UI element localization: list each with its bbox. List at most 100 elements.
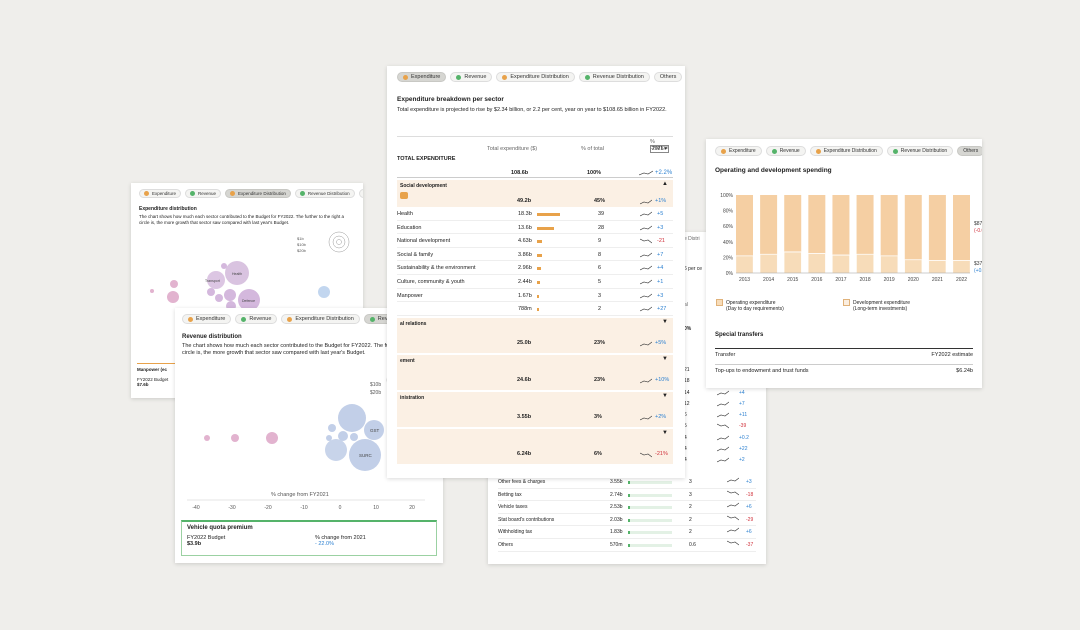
bar-development[interactable] bbox=[736, 195, 753, 256]
bubble[interactable] bbox=[150, 289, 154, 293]
sector-header[interactable]: Social development ▲ 49.2b 45% +1% bbox=[397, 180, 673, 207]
chevron-down-icon[interactable]: ▼ bbox=[662, 393, 668, 399]
tab-revenue[interactable]: Revenue bbox=[185, 189, 222, 198]
bar-development[interactable] bbox=[856, 195, 874, 255]
table-row[interactable]: 4 +2 bbox=[684, 456, 764, 467]
bubble[interactable] bbox=[215, 294, 223, 302]
table-row[interactable]: 12 +7 bbox=[684, 400, 764, 411]
bubble[interactable] bbox=[231, 434, 239, 442]
sector-item-row[interactable]: 788m 2 +27 bbox=[397, 302, 673, 316]
table-row[interactable]: Betting tax 2.74b 3 -18 bbox=[498, 489, 756, 502]
bar-development[interactable] bbox=[808, 195, 826, 254]
sector-header[interactable]: al relations ▼ 25.0b 23% +5% bbox=[397, 317, 673, 353]
tab-revenue[interactable]: Revenue bbox=[765, 146, 806, 156]
x-tick-label: 2021 bbox=[932, 277, 943, 283]
bar-development[interactable] bbox=[953, 195, 970, 261]
bar-operating[interactable] bbox=[735, 255, 754, 274]
tab-others[interactable]: Others bbox=[653, 72, 683, 82]
sector-item-row[interactable]: Sustainability & the environment 2.96b 6 +4 bbox=[397, 261, 673, 275]
sparkline-icon bbox=[717, 435, 729, 441]
bar-operating[interactable] bbox=[880, 255, 898, 274]
tab-expenditure-distribution[interactable]: Expenditure Distribution bbox=[496, 72, 575, 82]
tab-expenditure-distribution[interactable]: Expenditure Distribution bbox=[281, 314, 360, 324]
bar-operating[interactable] bbox=[928, 260, 947, 274]
tab-revenue-distribution[interactable]: Revenue Distribution bbox=[578, 72, 650, 82]
tab-revenue-distribution[interactable]: Revenue Distribution bbox=[294, 189, 355, 198]
table-row[interactable]: Stat board's contributions 2.03b 2 -29 bbox=[498, 514, 756, 527]
bar-operating[interactable] bbox=[952, 260, 971, 274]
bar-operating[interactable] bbox=[856, 254, 874, 274]
chevron-up-icon[interactable]: ▲ bbox=[662, 181, 668, 187]
chevron-down-icon[interactable]: ▼ bbox=[662, 356, 668, 362]
sector-item-row[interactable]: Social & family 3.86b 8 +7 bbox=[397, 248, 673, 262]
bar-development[interactable] bbox=[784, 195, 802, 252]
sector-name: al relations bbox=[400, 320, 427, 327]
table-row[interactable]: 4 +0.2 bbox=[684, 434, 764, 445]
sector-item-row[interactable]: Culture, community & youth 2.44b 5 +1 bbox=[397, 275, 673, 289]
tab-expenditure[interactable]: Expenditure bbox=[397, 72, 447, 82]
bar-development[interactable] bbox=[760, 195, 778, 255]
sector-item-row[interactable]: Education 13.6b 28 +3 bbox=[397, 221, 673, 235]
bar-operating[interactable] bbox=[759, 254, 778, 274]
table-row[interactable]: 14 +4 bbox=[684, 389, 764, 400]
bubble[interactable] bbox=[350, 433, 358, 441]
bar-development[interactable] bbox=[928, 195, 946, 261]
bar-operating[interactable] bbox=[904, 259, 922, 274]
bubble[interactable] bbox=[167, 291, 179, 303]
bubble[interactable] bbox=[266, 432, 278, 444]
bubble[interactable] bbox=[338, 431, 348, 441]
sector-header[interactable]: ement ▼ 24.6b 23% +10% bbox=[397, 354, 673, 390]
bubble[interactable] bbox=[207, 288, 215, 296]
tab-others[interactable]: Others bbox=[358, 189, 363, 198]
sector-value: 6.24b bbox=[517, 450, 532, 457]
table-row[interactable]: Vehicle taxes 2.53b 2 +6 bbox=[498, 501, 756, 514]
detail-panel: Vehicle quota premium FY2022 Budget % ch… bbox=[181, 520, 437, 556]
sector-item-row[interactable]: Manpower 1.67b 3 +3 bbox=[397, 289, 673, 303]
table-row[interactable]: Withholding tax 1.83b 2 +6 bbox=[498, 526, 756, 539]
tab-expenditure-distribution[interactable]: Expenditure Distribution bbox=[225, 189, 291, 198]
table-row[interactable]: 5 -39 bbox=[684, 422, 764, 433]
bubble[interactable] bbox=[221, 263, 227, 269]
bar-development[interactable] bbox=[880, 195, 898, 256]
bar-operating[interactable] bbox=[808, 253, 826, 274]
bubble[interactable] bbox=[204, 435, 210, 441]
bar-operating[interactable] bbox=[784, 251, 802, 274]
tab-revenue[interactable]: Revenue bbox=[235, 314, 278, 324]
sector-header[interactable]: ▼ 6.24b 6% -21% bbox=[397, 428, 673, 464]
sparkline-icon bbox=[640, 415, 652, 421]
tab-revenue[interactable]: Revenue bbox=[450, 72, 493, 82]
annotation-op-value: $37.34b bbox=[974, 261, 982, 267]
table-row[interactable]: 4 +22 bbox=[684, 445, 764, 456]
tab-expenditure[interactable]: Expenditure bbox=[182, 314, 232, 324]
bubble[interactable] bbox=[338, 404, 366, 432]
chevron-down-icon[interactable]: ▼ bbox=[662, 319, 668, 325]
tab-expenditure-distribution[interactable]: Expenditure Distribution bbox=[809, 146, 883, 156]
bubble[interactable] bbox=[224, 289, 236, 301]
share-bar bbox=[537, 280, 540, 284]
item-pct: 9 bbox=[598, 238, 602, 245]
bubble[interactable] bbox=[326, 435, 332, 441]
share-bar bbox=[537, 213, 561, 216]
chevron-down-icon[interactable]: ▼ bbox=[662, 430, 668, 436]
sector-header[interactable]: inistration ▼ 3.55b 3% +2% bbox=[397, 391, 673, 427]
bubble[interactable] bbox=[325, 439, 347, 461]
dot-icon bbox=[403, 74, 408, 80]
table-row[interactable]: 6 +11 bbox=[684, 411, 764, 422]
tab-expenditure[interactable]: Expenditure bbox=[715, 146, 762, 156]
bubble[interactable] bbox=[170, 280, 178, 288]
special-row: Top-ups to endowment and trust funds $6.… bbox=[715, 364, 973, 374]
tab-revenue-distribution[interactable]: Revenue Distribution bbox=[886, 146, 954, 156]
bar-development[interactable] bbox=[904, 195, 922, 260]
bar-development[interactable] bbox=[832, 195, 850, 256]
bubble-label: GST bbox=[370, 428, 380, 433]
year-select[interactable]: 2021 ▾ bbox=[650, 145, 670, 153]
bubble[interactable] bbox=[328, 424, 336, 432]
table-row[interactable]: Others 570m 0.6 -37 bbox=[498, 539, 756, 552]
tab-expenditure[interactable]: Expenditure bbox=[139, 189, 182, 198]
bubble[interactable] bbox=[318, 286, 330, 298]
item-pct: 3 bbox=[598, 292, 602, 299]
bar-operating[interactable] bbox=[832, 254, 850, 274]
sector-item-row[interactable]: Health 18.3b 39 +5 bbox=[397, 207, 673, 221]
sector-item-row[interactable]: National development 4.63b 9 -21 bbox=[397, 234, 673, 248]
tab-others[interactable]: Others bbox=[957, 146, 982, 156]
